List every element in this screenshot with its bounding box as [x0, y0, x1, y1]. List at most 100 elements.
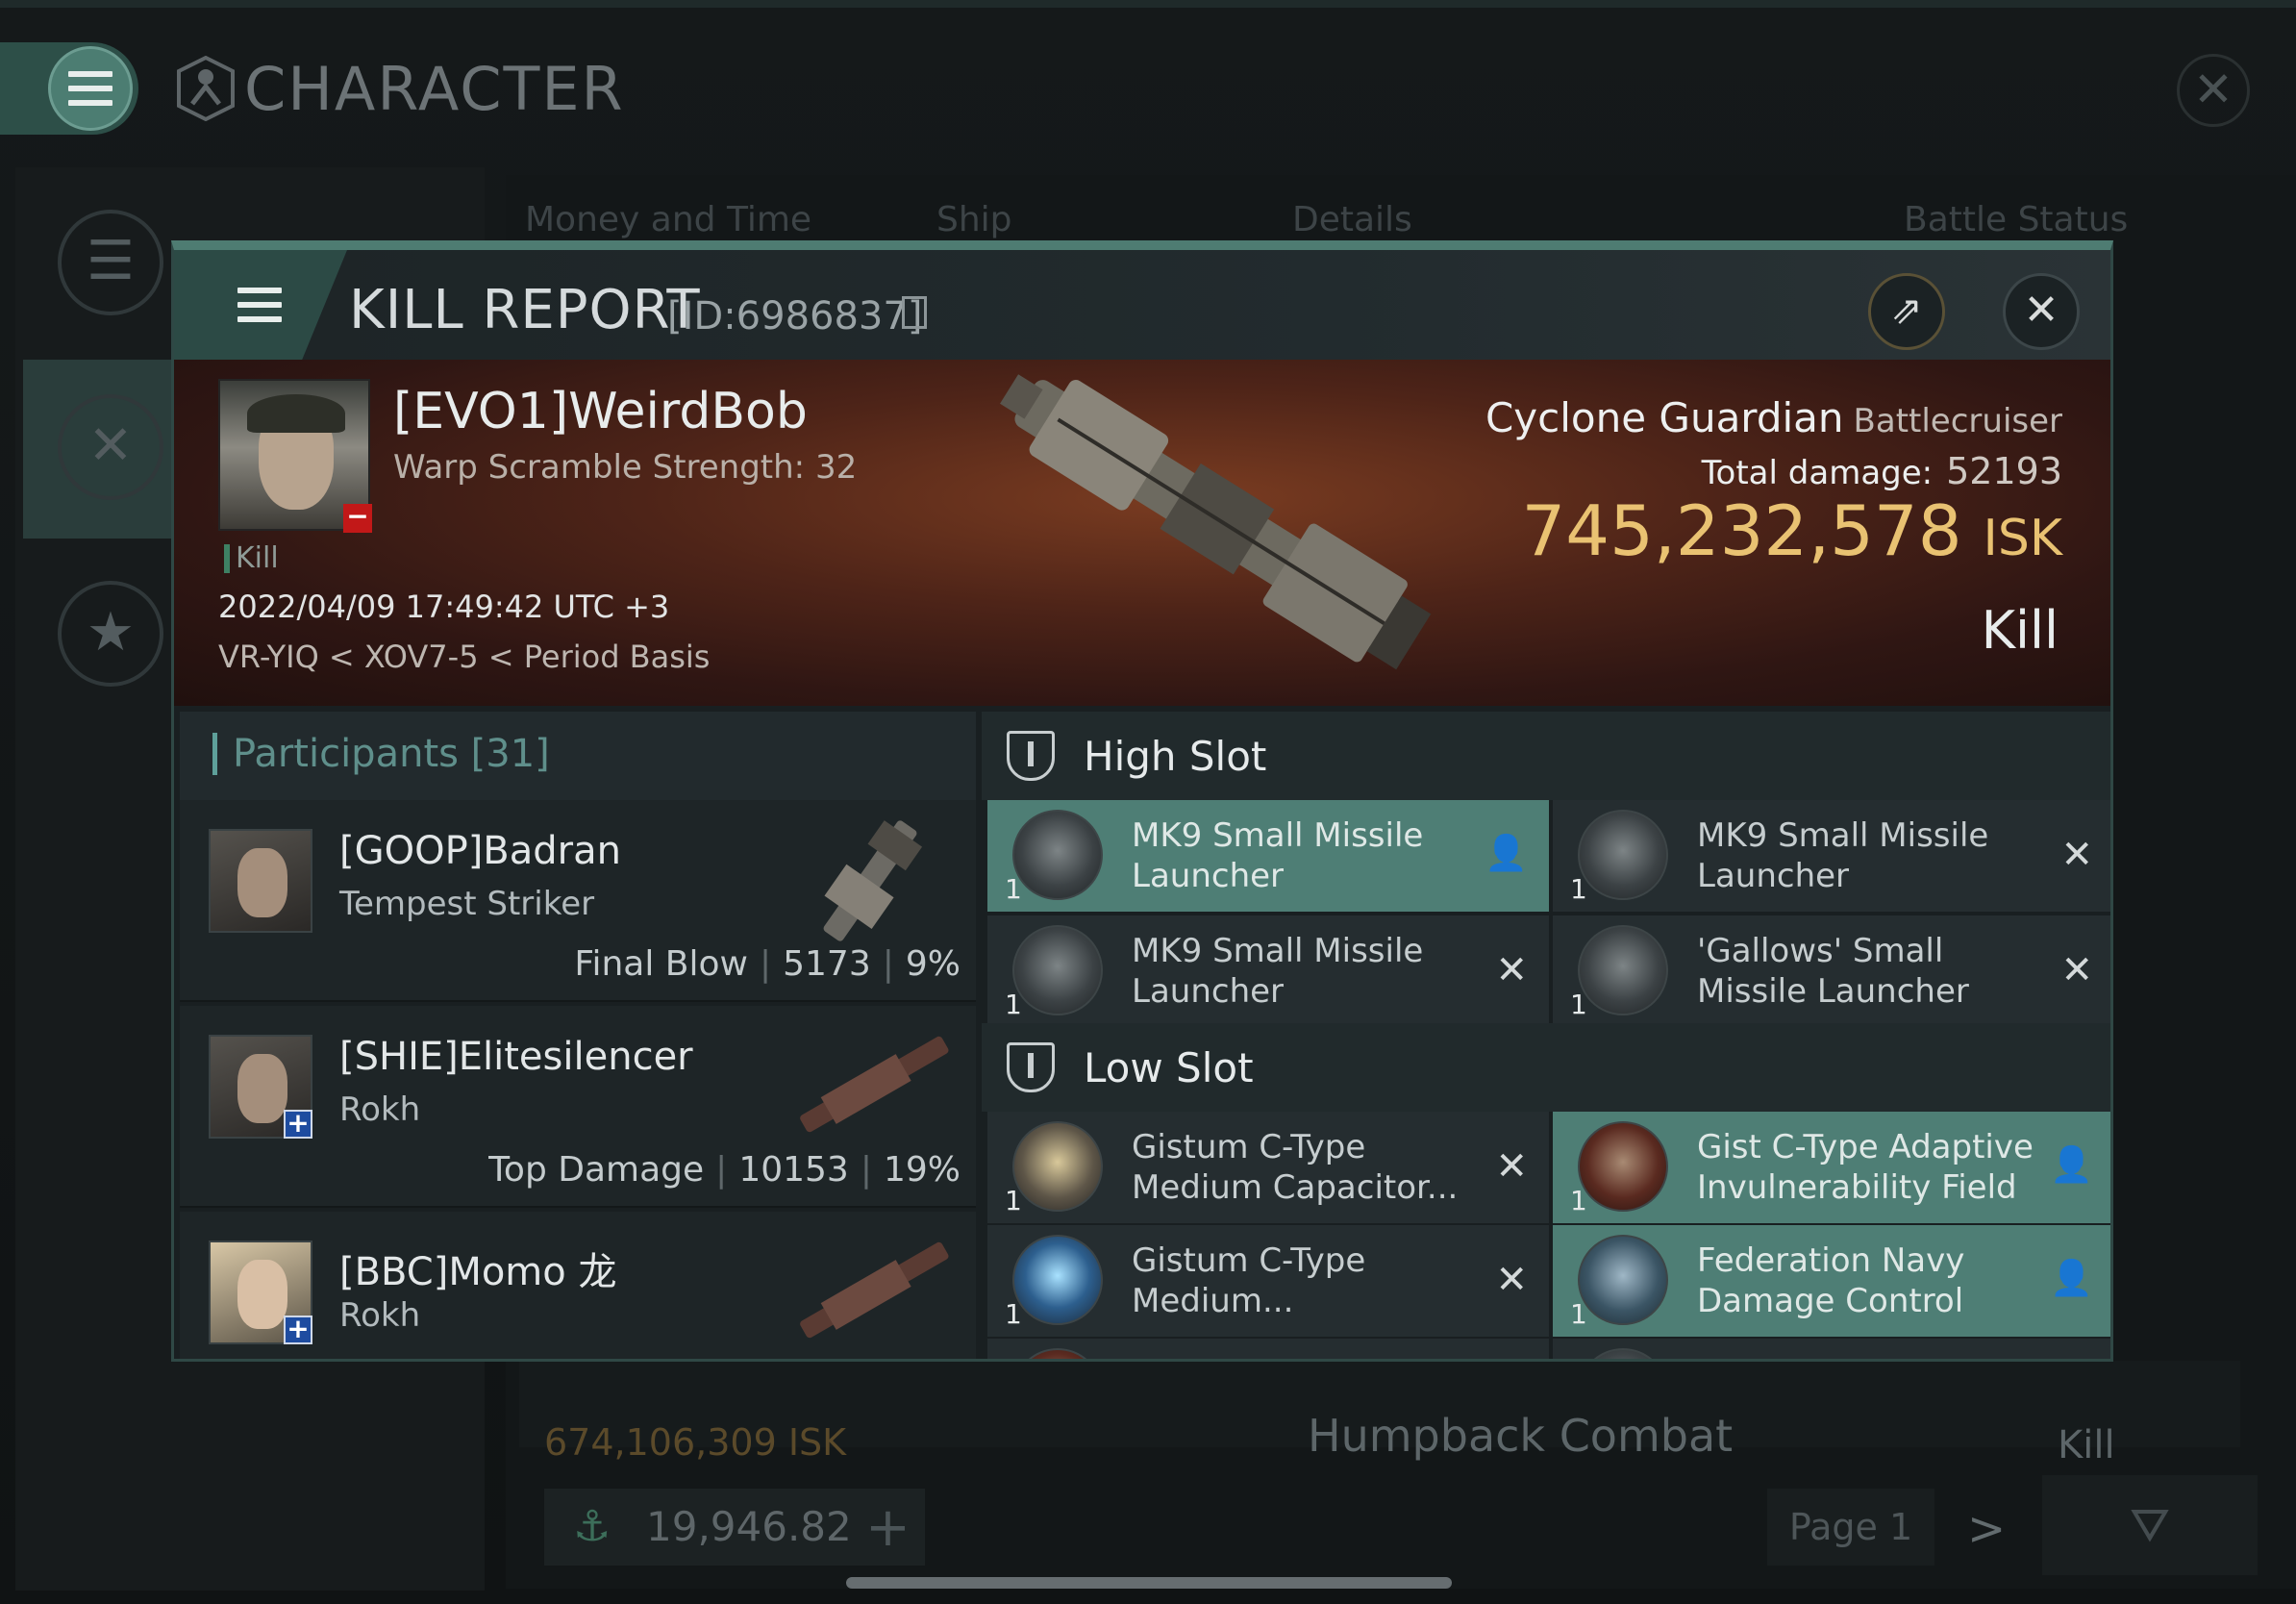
hamburger-icon	[237, 288, 282, 322]
next-page-button[interactable]: >	[1967, 1502, 2006, 1556]
module-name: Gist C-Type Adaptive Invulnerability Fie…	[1697, 1128, 2034, 1207]
separator: |	[882, 944, 894, 984]
kill-location[interactable]: VR-YIQ < XOV7-5 < Period Basis	[218, 639, 710, 675]
kill-timestamp: 2022/04/09 17:49:42 UTC +3	[218, 589, 670, 625]
main-menu-button[interactable]	[0, 42, 138, 135]
participant-ship: Rokh	[339, 1296, 421, 1335]
sidebar-medals-button[interactable]: ★	[58, 581, 163, 687]
fitting-panel: High Slot 1 MK9 Small Missile Launcher 👤…	[982, 712, 2110, 1359]
row-ship-name: Humpback Combat	[1308, 1410, 1734, 1462]
row-isk-value: 674,106,309 ISK	[544, 1421, 847, 1464]
victim-detail: Warp Scramble Strength: 32	[393, 448, 858, 487]
module-item-partial[interactable]	[987, 1339, 1549, 1359]
character-icon	[177, 56, 235, 121]
isk-value-line: 745,232,578 ISK	[1521, 490, 2062, 571]
wallet-icon: ⚓	[573, 1502, 611, 1551]
column-money-time[interactable]: Money and Time	[525, 200, 811, 239]
participant-row[interactable]: [GOOP]Badran Tempest Striker Final Blow |…	[180, 800, 976, 1002]
kill-report-menu-button[interactable]	[174, 250, 347, 360]
close-icon: ✕	[2023, 286, 2059, 335]
standing-positive-icon: +	[284, 1110, 312, 1139]
close-icon: ✕	[2193, 62, 2234, 117]
module-item[interactable]: 1 Gistum C-Type Medium... ✕	[987, 1225, 1549, 1337]
chevron-right-icon: >	[1967, 1502, 2007, 1556]
participant-label: Top Damage	[488, 1150, 705, 1190]
kill-report-title: KILL REPORT	[349, 279, 701, 341]
low-slot-header[interactable]: Low Slot	[982, 1023, 2110, 1112]
module-item[interactable]: 1 MK9 Small Missile Launcher 👤	[987, 800, 1549, 912]
module-name: Gistum C-Type Medium Capacitor...	[1132, 1128, 1459, 1207]
separator: |	[759, 944, 772, 984]
crossed-swords-icon: ✕	[87, 414, 134, 477]
participants-title: Participants [31]	[212, 733, 550, 775]
high-slot-icon	[1007, 731, 1055, 781]
kill-report-header: KILL REPORT [ID:6986837] ⇗ ✕	[174, 250, 2110, 360]
module-name: MK9 Small Missile Launcher	[1132, 816, 1424, 895]
avatar	[209, 829, 312, 933]
character-close-button[interactable]: ✕	[2177, 54, 2250, 127]
total-damage-value: 52193	[1946, 450, 2062, 492]
participant-name: [BBC]Momo 龙	[339, 1250, 617, 1294]
module-quantity: 1	[1005, 873, 1022, 905]
module-item[interactable]: 1 MK9 Small Missile Launcher ✕	[987, 915, 1549, 1027]
isk-unit: ISK	[1983, 510, 2062, 567]
participant-damage: 5173	[783, 944, 871, 984]
portrait-face	[237, 848, 287, 917]
copy-id-icon[interactable]	[902, 296, 927, 329]
participant-row[interactable]: + [SHIE]Elitesilencer Rokh Top Damage | 10…	[180, 1006, 976, 1208]
module-item[interactable]: 1 Federation Navy Damage Control 👤	[1553, 1225, 2110, 1337]
share-icon: ⇗	[1890, 288, 1923, 333]
missile-launcher-icon	[1578, 925, 1668, 1015]
portrait-face	[237, 1260, 287, 1329]
shield-module-icon	[1578, 1121, 1668, 1212]
standing-negative-icon: −	[343, 503, 372, 533]
module-item[interactable]: 1 Gistum C-Type Medium Capacitor... ✕	[987, 1112, 1549, 1223]
kill-report-close-button[interactable]: ✕	[2003, 273, 2080, 350]
victim-name[interactable]: [EVO1]WeirdBob	[393, 383, 808, 440]
wallet-add-button[interactable]: +	[865, 1496, 911, 1559]
person-icon: 👤	[2050, 1259, 2093, 1298]
participant-label: Final Blow	[574, 944, 748, 984]
module-item[interactable]: 1 'Gallows' Small Missile Launcher ✕	[1553, 915, 2110, 1027]
missile-launcher-icon	[1012, 925, 1103, 1015]
high-slot-header[interactable]: High Slot	[982, 712, 2110, 800]
victim-ship[interactable]: Cyclone Guardian Battlecruiser	[1485, 394, 2062, 441]
ship-class: Battlecruiser	[1853, 402, 2062, 440]
module-item-partial[interactable]	[1553, 1339, 2110, 1359]
participant-percent: 9%	[905, 944, 961, 984]
module-quantity: 1	[1005, 1185, 1022, 1216]
column-details[interactable]: Details	[1292, 200, 1412, 239]
participant-stats: Final Blow | 5173 | 9%	[574, 944, 961, 984]
share-button[interactable]: ⇗	[1868, 273, 1945, 350]
separator: |	[860, 1150, 872, 1190]
column-battle-status[interactable]: Battle Status	[1904, 200, 2128, 239]
separator: |	[715, 1150, 728, 1190]
module-name: 'Gallows' Small Missile Launcher	[1697, 932, 1969, 1011]
sidebar-combat-button[interactable]: ✕	[58, 394, 163, 500]
x-icon: ✕	[2060, 833, 2093, 877]
horizontal-scrollbar[interactable]	[846, 1577, 1452, 1589]
module-item[interactable]: 1 Gist C-Type Adaptive Invulnerability F…	[1553, 1112, 2110, 1223]
main-menu-circle[interactable]	[48, 46, 133, 131]
x-icon: ✕	[1495, 1258, 1528, 1302]
participant-stats: Top Damage | 10153 | 19%	[488, 1150, 961, 1190]
missile-launcher-icon	[1578, 810, 1668, 900]
capacitor-icon	[1012, 1121, 1103, 1212]
high-slot-title: High Slot	[1084, 733, 1267, 780]
list-icon: ☰	[86, 230, 136, 292]
column-ship[interactable]: Ship	[936, 200, 1012, 239]
kill-report-window: KILL REPORT [ID:6986837] ⇗ ✕ − [EVO1]Wei…	[171, 240, 2113, 1362]
top-edge	[0, 0, 2296, 8]
sidebar-menu-button[interactable]: ☰	[58, 210, 163, 315]
filter-button[interactable]: ⛛	[2042, 1475, 2258, 1575]
participant-name: [GOOP]Badran	[339, 829, 621, 873]
module-icon	[1012, 1348, 1103, 1359]
participant-row[interactable]: + [BBC]Momo 龙 Rokh	[180, 1212, 976, 1359]
x-icon: ✕	[1495, 948, 1528, 992]
module-item[interactable]: 1 MK9 Small Missile Launcher ✕	[1553, 800, 2110, 912]
kill-tag: Kill	[224, 544, 279, 573]
page-indicator[interactable]: Page 1	[1767, 1489, 1934, 1566]
module-quantity: 1	[1005, 989, 1022, 1020]
participants-header[interactable]: Participants [31]	[180, 712, 976, 800]
wallet-value: 19,946.82	[646, 1503, 852, 1550]
